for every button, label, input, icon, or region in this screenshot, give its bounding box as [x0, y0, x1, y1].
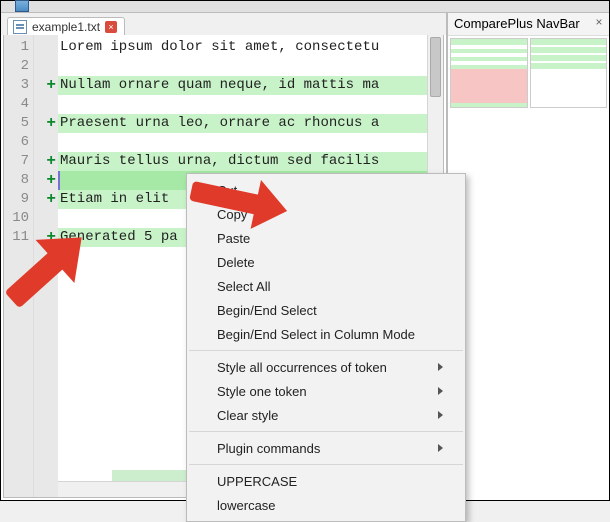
- diff-mark: [34, 57, 58, 76]
- save-icon[interactable]: [15, 0, 29, 12]
- diff-mark: +: [34, 171, 58, 190]
- text-line[interactable]: Nullam ornare quam neque, id mattis ma: [58, 76, 443, 95]
- line-number: 7: [4, 152, 29, 171]
- menu-separator: [189, 464, 463, 465]
- nav-column-left[interactable]: [450, 38, 528, 108]
- menu-item-lowercase[interactable]: lowercase: [187, 493, 465, 517]
- context-menu: Cut Copy Paste Delete Select All Begin/End Se…: [186, 173, 466, 522]
- diff-mark: +: [34, 228, 58, 247]
- menu-item-style-one-token[interactable]: Style one token: [187, 379, 465, 403]
- nav-removed-block: [451, 69, 527, 103]
- plus-icon: +: [34, 152, 58, 171]
- line-number: 5: [4, 114, 29, 133]
- diff-mark: [34, 38, 58, 57]
- menu-item-paste[interactable]: Paste: [187, 226, 465, 250]
- file-icon: [13, 20, 27, 34]
- menu-item-label: Select All: [217, 279, 270, 294]
- menu-item-label: Cut: [217, 183, 237, 198]
- diff-marks: ++++++: [34, 35, 58, 497]
- text-line[interactable]: [58, 95, 443, 114]
- diff-mark: [34, 209, 58, 228]
- tab-example1[interactable]: example1.txt ×: [7, 17, 125, 35]
- menu-item-label: UPPERCASE: [217, 474, 297, 489]
- menu-item-cut[interactable]: Cut: [187, 178, 465, 202]
- nav-body: [448, 36, 609, 500]
- scrollbar-thumb[interactable]: [430, 37, 441, 97]
- menu-item-label: Begin/End Select: [217, 303, 317, 318]
- text-line[interactable]: [58, 57, 443, 76]
- panel-title: ComparePlus NavBar ×: [448, 13, 609, 36]
- menu-item-begin-end-select[interactable]: Begin/End Select: [187, 298, 465, 322]
- text-line[interactable]: Lorem ipsum dolor sit amet, consectetu: [58, 38, 443, 57]
- panel-title-text: ComparePlus NavBar: [454, 16, 580, 31]
- line-numbers: 1234567891011: [4, 35, 34, 497]
- plus-icon: +: [34, 114, 58, 133]
- line-number: 11: [4, 228, 29, 247]
- menu-separator: [189, 431, 463, 432]
- menu-item-clear-style[interactable]: Clear style: [187, 403, 465, 427]
- menu-item-label: Copy: [217, 207, 247, 222]
- diff-mark: [34, 95, 58, 114]
- diff-mark: +: [34, 190, 58, 209]
- menu-item-select-all[interactable]: Select All: [187, 274, 465, 298]
- diff-mark: +: [34, 76, 58, 95]
- text-line[interactable]: [58, 133, 443, 152]
- menu-item-style-all-occurrences-of-token[interactable]: Style all occurrences of token: [187, 355, 465, 379]
- diff-mark: [34, 133, 58, 152]
- menu-item-label: Clear style: [217, 408, 278, 423]
- diff-mark: +: [34, 114, 58, 133]
- line-number: 10: [4, 209, 29, 228]
- line-number: 2: [4, 57, 29, 76]
- menu-separator: [189, 350, 463, 351]
- menu-item-label: Delete: [217, 255, 255, 270]
- menu-item-label: Style all occurrences of token: [217, 360, 387, 375]
- diff-mark: +: [34, 152, 58, 171]
- line-number: 9: [4, 190, 29, 209]
- plus-icon: +: [34, 76, 58, 95]
- text-line[interactable]: Praesent urna leo, ornare ac rhoncus a: [58, 114, 443, 133]
- text-line[interactable]: Mauris tellus urna, dictum sed facilis: [58, 152, 443, 171]
- close-icon[interactable]: ×: [105, 21, 117, 33]
- toolbar: [1, 1, 609, 13]
- compare-navbar-panel: ComparePlus NavBar ×: [447, 13, 609, 500]
- menu-item-copy[interactable]: Copy: [187, 202, 465, 226]
- plus-icon: +: [34, 228, 58, 247]
- tab-filename: example1.txt: [32, 20, 100, 34]
- line-number: 8: [4, 171, 29, 190]
- menu-item-label: Style one token: [217, 384, 307, 399]
- line-number: 3: [4, 76, 29, 95]
- menu-item-begin-end-select-in-column-mode[interactable]: Begin/End Select in Column Mode: [187, 322, 465, 346]
- close-icon[interactable]: ×: [592, 16, 606, 30]
- menu-item-label: lowercase: [217, 498, 276, 513]
- menu-item-uppercase[interactable]: UPPERCASE: [187, 469, 465, 493]
- plus-icon: +: [34, 190, 58, 209]
- nav-column-right[interactable]: [530, 38, 608, 108]
- gutter: 1234567891011 ++++++: [4, 35, 58, 497]
- line-number: 1: [4, 38, 29, 57]
- menu-item-label: Plugin commands: [217, 441, 320, 456]
- menu-item-label: Begin/End Select in Column Mode: [217, 327, 415, 342]
- tab-bar: example1.txt ×: [1, 13, 446, 35]
- plus-icon: +: [34, 171, 58, 190]
- line-number: 6: [4, 133, 29, 152]
- menu-item-plugin-commands[interactable]: Plugin commands: [187, 436, 465, 460]
- line-number: 4: [4, 95, 29, 114]
- menu-item-delete[interactable]: Delete: [187, 250, 465, 274]
- menu-item-label: Paste: [217, 231, 250, 246]
